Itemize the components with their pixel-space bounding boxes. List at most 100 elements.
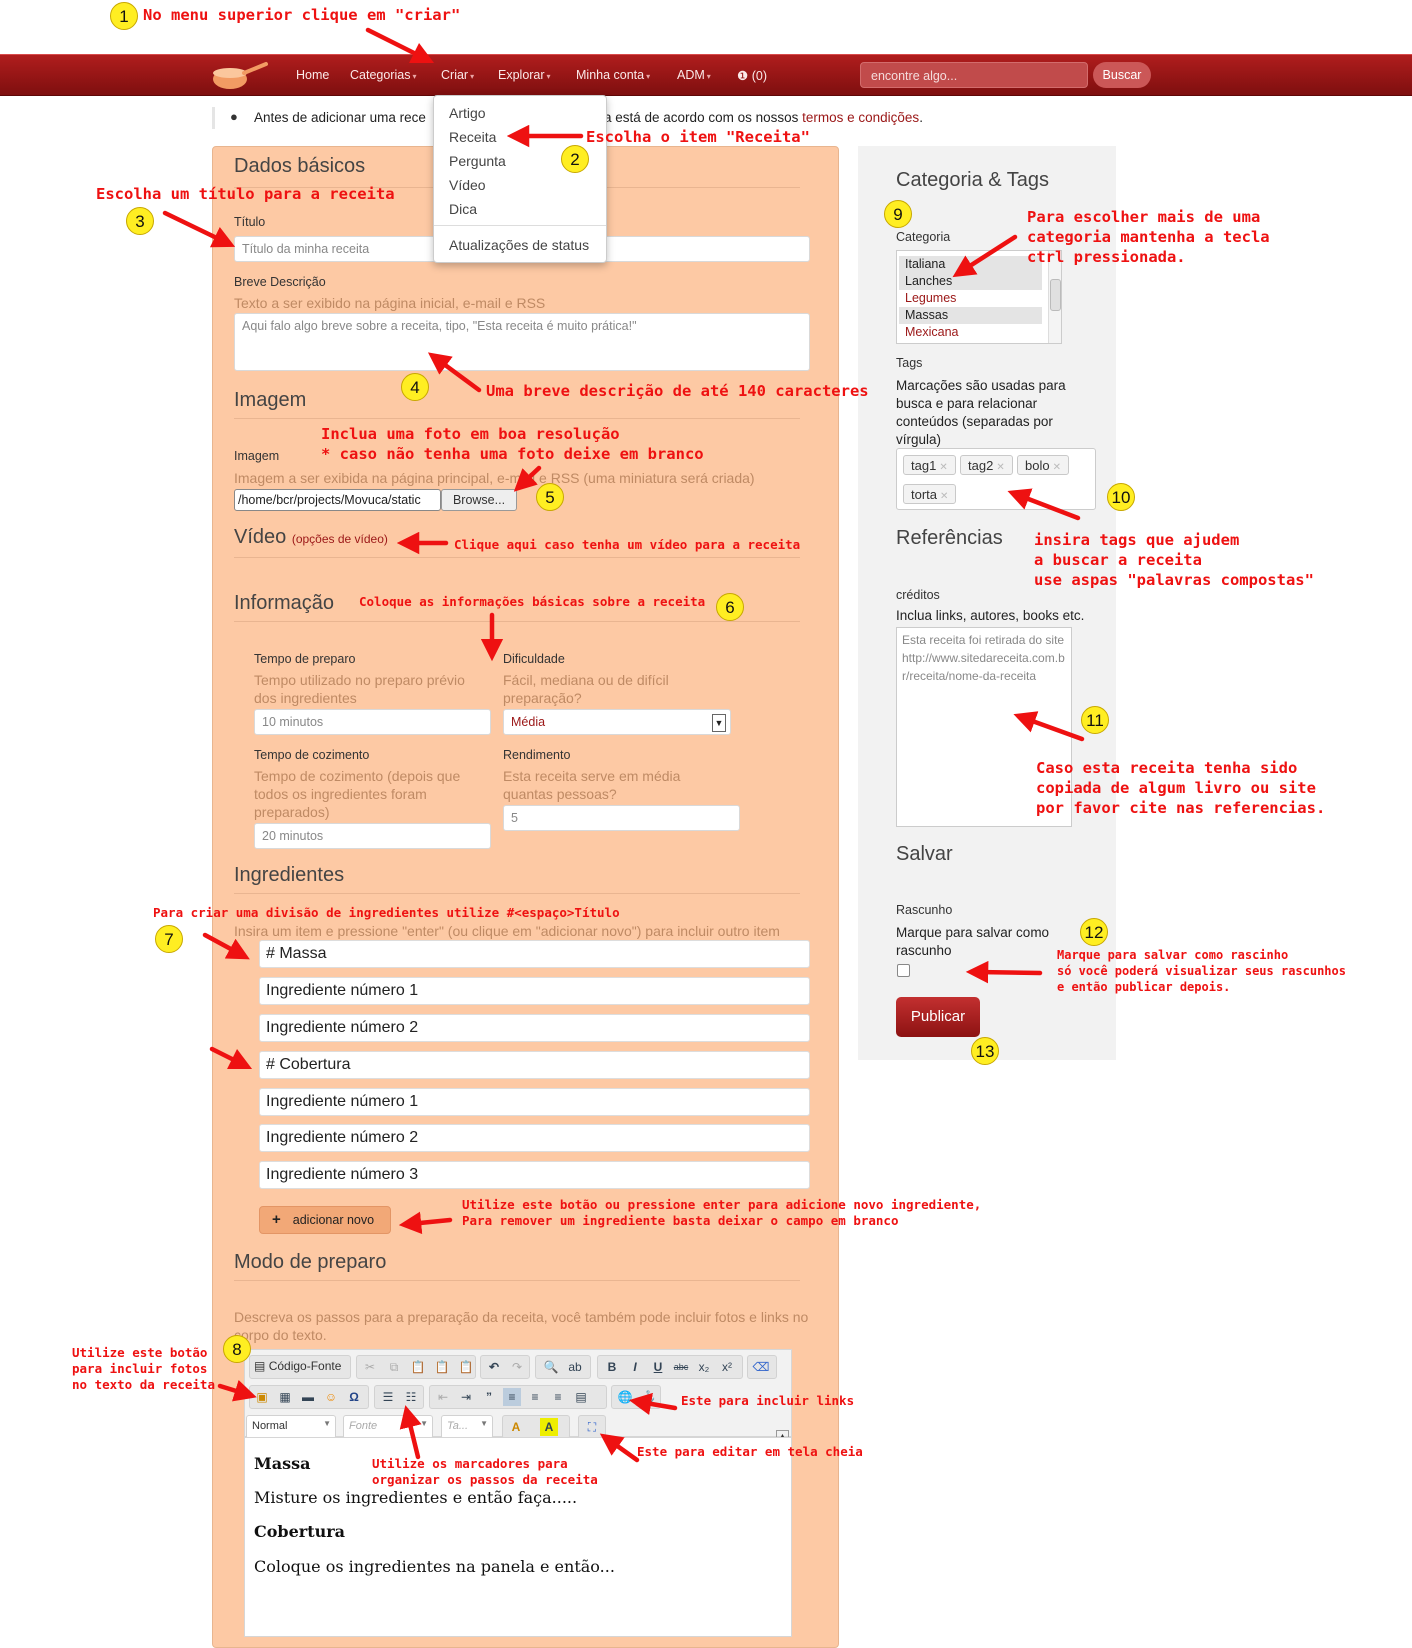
blockquote-icon[interactable]: ” [480,1388,498,1406]
table-icon[interactable]: ▦ [276,1388,294,1406]
category-option[interactable]: Italiana [899,256,1042,273]
font-select[interactable]: Fonte ▼ [343,1415,433,1439]
underline-icon[interactable]: U [649,1358,667,1376]
cut-icon[interactable]: ✂ [361,1358,379,1376]
terms-link[interactable]: termos e condições [802,110,919,125]
unlink-icon[interactable]: ⚓ [639,1388,657,1406]
size-select[interactable]: Ta... ▼ [441,1415,493,1439]
source-code-button[interactable]: ▤ Código-Fonte [254,1359,341,1373]
remove-tag-icon[interactable]: ✕ [1053,462,1061,473]
align-center-icon[interactable]: ≡ [526,1388,544,1406]
tag-chip[interactable]: tag2 ✕ [960,455,1013,475]
ingredient-input[interactable]: Ingrediente número 1 [259,1088,810,1116]
category-option[interactable]: Lanches [899,273,1042,290]
format-select[interactable]: Normal ▼ [246,1415,336,1439]
nav-criar[interactable]: Criar ▾ [441,68,474,82]
superscript-icon[interactable]: x² [718,1358,736,1376]
ingredient-input[interactable]: Ingrediente número 2 [259,1124,810,1152]
find-icon[interactable]: 🔍 [542,1358,560,1376]
bold-icon[interactable]: B [603,1358,621,1376]
menu-item-status-updates[interactable]: Atualizações de status [449,237,589,253]
annotation-description: Uma breve descrição de até 140 caractere… [486,382,869,400]
search-input[interactable]: encontre algo... [860,62,1088,88]
ingredient-input[interactable]: # Massa [259,940,810,968]
annotation-draft-3: e então publicar depois. [1057,980,1231,994]
menu-item-video[interactable]: Vídeo [449,177,486,193]
align-left-icon[interactable]: ≡ [503,1388,521,1406]
prep-time-input[interactable]: 10 minutos [254,709,491,735]
outdent-icon[interactable]: ⇤ [434,1388,452,1406]
menu-item-pergunta[interactable]: Pergunta [449,153,506,169]
ingredient-input[interactable]: Ingrediente número 2 [259,1014,810,1042]
horizontal-line-icon[interactable]: ▬ [299,1388,317,1406]
menu-item-artigo[interactable]: Artigo [449,105,486,121]
nav-minha-conta[interactable]: Minha conta ▾ [576,68,650,82]
paste-icon[interactable]: 📋 [409,1358,427,1376]
copy-icon[interactable]: ⧉ [385,1358,403,1376]
subscript-icon[interactable]: x₂ [695,1358,713,1376]
scrollbar-thumb[interactable] [1050,279,1061,311]
description-textarea[interactable]: Aqui falo algo breve sobre a receita, ti… [234,313,810,371]
search-button[interactable]: Buscar [1093,62,1151,88]
add-ingredient-label: adicionar novo [292,1213,375,1227]
indent-icon[interactable]: ⇥ [457,1388,475,1406]
divider [234,893,800,894]
undo-icon[interactable]: ↶ [485,1358,503,1376]
step-number-5: 5 [536,483,564,511]
browse-button[interactable]: Browse... [441,489,517,511]
draft-checkbox[interactable] [897,964,910,977]
section-basic-data: Dados básicos [234,155,366,177]
cook-time-input[interactable]: 20 minutos [254,823,491,849]
annotation-photos-1: Utilize este botão [72,1345,208,1360]
category-option[interactable]: Mexicana [899,324,1042,341]
numbered-list-icon[interactable]: ☰ [379,1388,397,1406]
category-option[interactable]: Legumes [899,290,1042,307]
ingredient-input[interactable]: Ingrediente número 3 [259,1161,810,1189]
remove-tag-icon[interactable]: ✕ [939,462,947,473]
add-ingredient-button[interactable]: + adicionar novo [259,1206,391,1234]
bg-color-icon[interactable]: A [540,1418,558,1436]
nav-home[interactable]: Home [296,68,329,82]
tag-chip[interactable]: tag1 ✕ [903,455,956,475]
nav-adm[interactable]: ADM ▾ [677,68,711,82]
justify-icon[interactable]: ▤ [572,1388,590,1406]
link-icon[interactable]: 🌐 [616,1388,634,1406]
smiley-icon[interactable]: ☺ [322,1388,340,1406]
replace-icon[interactable]: ab [566,1358,584,1376]
tag-label: tag1 [911,458,937,473]
menu-item-receita[interactable]: Receita [449,129,496,145]
image-icon[interactable]: ▣ [253,1388,271,1406]
remove-tag-icon[interactable]: ✕ [940,491,948,502]
special-char-icon[interactable]: Ω [345,1388,363,1406]
redo-icon[interactable]: ↷ [508,1358,526,1376]
section-references: Referências [896,527,1003,549]
video-options-link[interactable]: (opções de vídeo) [292,532,388,546]
publish-button[interactable]: Publicar [896,997,980,1037]
remove-format-icon[interactable]: ⌫ [752,1358,770,1376]
tag-chip[interactable]: bolo ✕ [1017,455,1069,475]
maximize-icon[interactable]: ⛶ [583,1418,601,1436]
annotation-tags-2: a buscar a receita [1034,551,1202,569]
strike-icon[interactable]: abc [672,1358,690,1376]
menu-item-dica[interactable]: Dica [449,201,477,217]
ingredient-input[interactable]: # Cobertura [259,1051,810,1079]
yield-input[interactable]: 5 [503,805,740,831]
nav-categorias[interactable]: Categorias ▾ [350,68,416,82]
ingredient-input[interactable]: Ingrediente número 1 [259,977,810,1005]
align-right-icon[interactable]: ≡ [549,1388,567,1406]
nav-explorar[interactable]: Explorar ▾ [498,68,551,82]
pan-logo-icon[interactable] [210,59,268,91]
nav-notifications[interactable]: ❶ (0) [737,68,767,83]
paste-word-icon[interactable]: 📋 [457,1358,475,1376]
bulleted-list-icon[interactable]: ☷ [402,1388,420,1406]
italic-icon[interactable]: I [626,1358,644,1376]
text-color-icon[interactable]: A [507,1418,525,1436]
remove-tag-icon[interactable]: ✕ [996,462,1004,473]
tag-chip[interactable]: torta ✕ [903,484,957,504]
annotation-choose-receita: Escolha o item "Receita" [586,128,810,146]
difficulty-select[interactable]: Média ▼ [503,709,731,735]
paste-text-icon[interactable]: 📋 [433,1358,451,1376]
menu-divider [434,225,606,226]
category-option[interactable]: Massas [899,307,1042,324]
image-path-field[interactable]: /home/bcr/projects/Movuca/static [234,489,441,511]
